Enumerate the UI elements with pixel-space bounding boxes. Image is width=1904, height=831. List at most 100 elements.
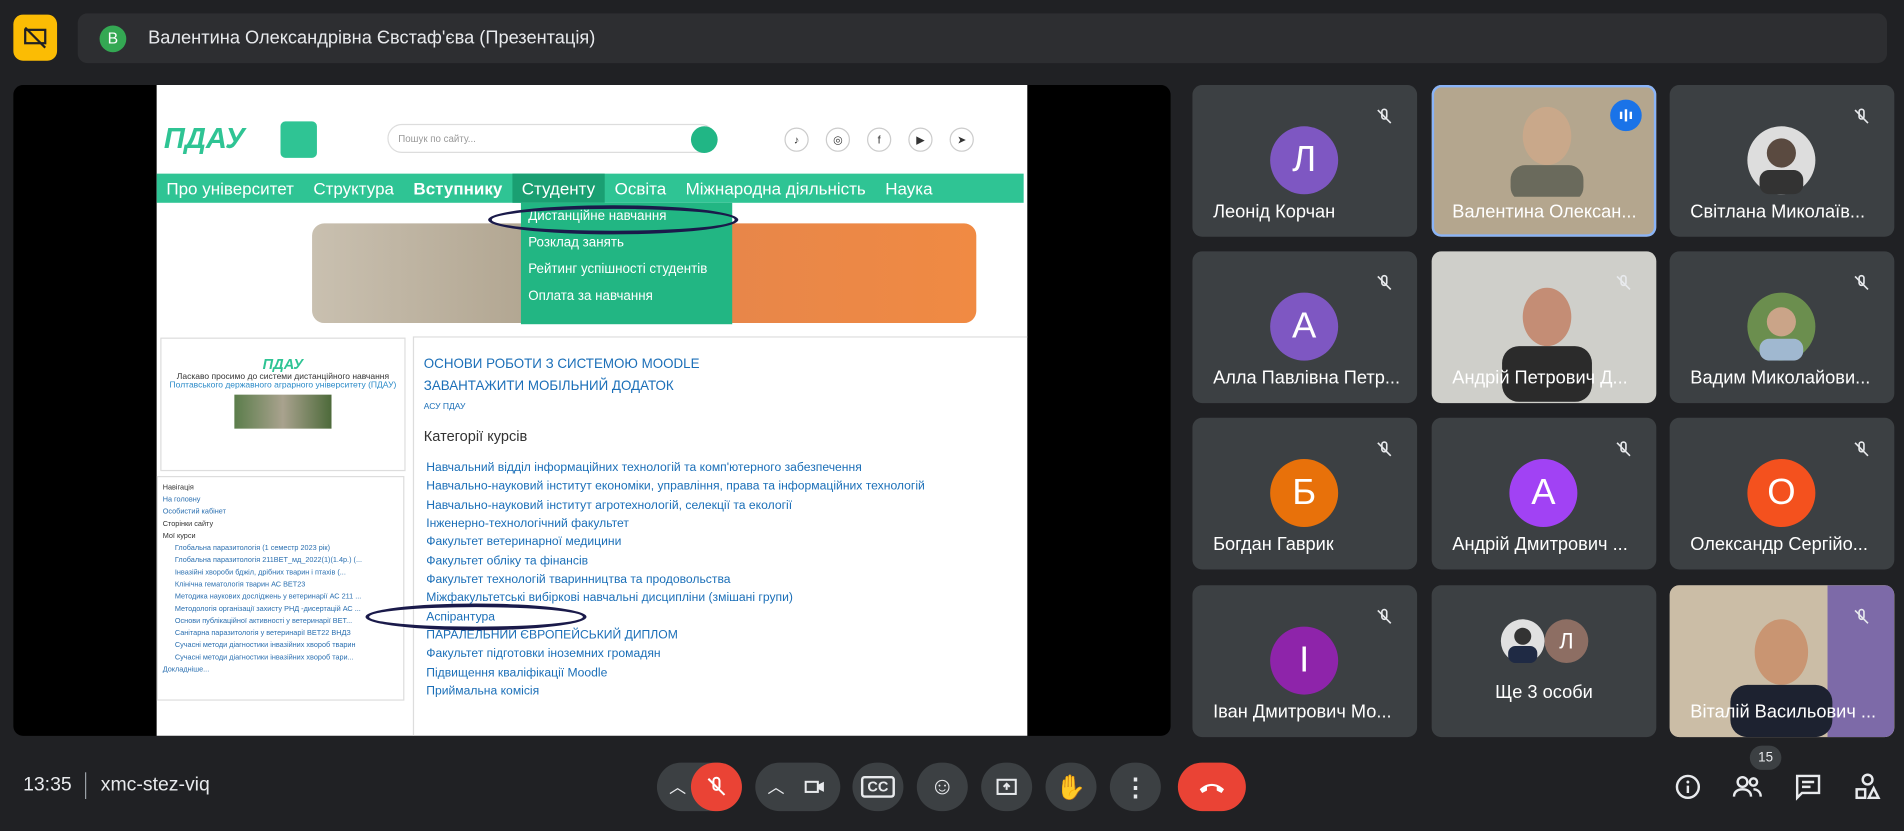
participant-tile[interactable]: Вадим Миколайови... (1669, 251, 1895, 404)
nav-link[interactable]: Сторінки сайту (163, 519, 399, 531)
course-link[interactable]: Інвазійні хвороби бджіл, дрібних тварин … (163, 567, 399, 579)
participant-tile[interactable]: Л Леонід Корчан (1192, 85, 1418, 237)
category-link[interactable]: Навчально-науковий інститут агротехнолог… (426, 499, 792, 512)
participant-tile-speaking[interactable]: Валентина Олексан... (1431, 85, 1657, 237)
participant-tile[interactable]: А Андрій Дмитрович ... (1431, 417, 1657, 570)
facebook-icon[interactable]: f (867, 127, 892, 152)
nav-item[interactable]: Наука (876, 179, 943, 198)
participant-name: Світлана Миколаїв... (1690, 201, 1866, 223)
activities-button[interactable] (1851, 770, 1885, 804)
mic-off-icon (1371, 436, 1398, 463)
course-link[interactable]: Глобальна паразитологія 211ВЕТ_мд_2022(1… (163, 555, 399, 567)
nav-link[interactable]: Особистий кабінет (163, 506, 399, 518)
camera-off-icon[interactable] (801, 775, 828, 799)
leave-call-button[interactable] (1177, 762, 1246, 812)
hand-icon: ✋ (1055, 774, 1087, 801)
captions-icon: CC (861, 775, 895, 798)
svg-text:ПДАУ: ПДАУ (164, 123, 247, 155)
present-button[interactable] (981, 762, 1033, 812)
meeting-info-button[interactable] (1671, 770, 1705, 804)
participant-tile[interactable]: Віталій Васильович ... (1669, 585, 1895, 738)
nav-link[interactable]: На головну (163, 494, 399, 506)
category-link[interactable]: Інженерно-технологічний факультет (426, 517, 629, 530)
search-icon[interactable] (690, 126, 718, 154)
participant-tile[interactable]: Андрій Петрович Д... (1431, 251, 1657, 404)
dropdown-item[interactable]: Оплата за навчання (521, 283, 732, 310)
site-nav: Про університет Структура Вступнику Студ… (156, 173, 1024, 203)
present-screen-icon (996, 778, 1017, 795)
participant-video (1510, 106, 1584, 197)
participant-name: Богдан Гаврик (1213, 534, 1334, 555)
participant-tile[interactable]: О Олександр Сергійо... (1669, 417, 1895, 570)
shared-website: ПДАУ Пошук по сайту... ♪ ◎ f ▶ ➤ Про уні… (156, 85, 1028, 736)
course-link[interactable]: Методологія організації захисту РНД -дис… (163, 604, 399, 616)
tiktok-icon[interactable]: ♪ (784, 127, 809, 152)
mic-off-icon (1848, 604, 1875, 631)
mic-off-icon (1848, 436, 1875, 463)
chevron-up-icon[interactable]: ︿ (767, 775, 784, 799)
navigation-block: Навігація На головну Особистий кабінет С… (156, 476, 405, 701)
asu-link[interactable]: АСУ ПДАУ (424, 403, 466, 412)
site-search-input[interactable]: Пошук по сайту... (387, 123, 716, 154)
participant-avatar: Б (1270, 459, 1339, 528)
category-link[interactable]: Факультет ветеринарної медицини (426, 536, 621, 549)
participant-name: Леонід Корчан (1213, 201, 1336, 223)
more-options-button[interactable]: ⋮ (1109, 762, 1161, 812)
participant-name: Вадим Миколайови... (1690, 367, 1871, 389)
course-link[interactable]: Сучасні методи діагностики інвазійних хв… (163, 640, 399, 652)
category-link[interactable]: Навчальний відділ інформаційних технолог… (426, 461, 862, 474)
category-link[interactable]: Факультет технологій тваринництва та про… (426, 573, 730, 586)
moodle-basics-link[interactable]: ОСНОВИ РОБОТИ З СИСТЕМОЮ MOODLE (424, 357, 700, 372)
mic-off-icon (1371, 604, 1398, 631)
dropdown-item[interactable]: Рейтинг успішності студентів (521, 256, 732, 283)
participant-tile[interactable]: А Алла Павлівна Петр... (1192, 251, 1418, 404)
participant-avatar: А (1509, 459, 1578, 528)
chevron-up-icon[interactable]: ︿ (669, 775, 686, 799)
telegram-icon[interactable]: ➤ (949, 127, 974, 152)
mic-toggle-button[interactable] (690, 762, 742, 812)
category-link[interactable]: Навчально-науковий інститут економіки, у… (426, 480, 925, 493)
nav-link[interactable]: Мої курси (163, 531, 399, 543)
nav-item-active[interactable]: Студенту (512, 173, 605, 203)
people-button[interactable] (1730, 770, 1764, 804)
participant-tile[interactable]: І Іван Дмитрович Мо... (1192, 585, 1418, 738)
nav-item[interactable]: Міжнародна діяльність (676, 179, 876, 198)
youtube-icon[interactable]: ▶ (908, 127, 933, 152)
nav-item[interactable]: Про університет (157, 179, 304, 198)
category-link[interactable]: Факультет підготовки іноземних громадян (426, 647, 660, 660)
stop-presenting-button[interactable] (13, 14, 58, 61)
more-link[interactable]: Докладніше... (163, 664, 399, 676)
category-link[interactable]: ПАРАЛЕЛЬНИЙ ЄВРОПЕЙСЬКИЙ ДИПЛОМ (426, 629, 678, 642)
participant-avatar: І (1270, 626, 1339, 695)
course-link[interactable]: Клінічна гематологія тварин АС ВЕТ23 (163, 579, 399, 591)
presenter-label: Валентина Олександрівна Євстаф'єва (През… (148, 27, 596, 49)
nav-item[interactable]: Структура (304, 179, 404, 198)
course-link[interactable]: Сучасні методи діагностики інвазійних хв… (163, 652, 399, 664)
captions-button[interactable]: CC (852, 762, 904, 812)
pdau-small-logo: ПДАУ (262, 355, 304, 373)
course-link[interactable]: Глобальна паразитологія (1 семестр 2023 … (163, 543, 399, 555)
reactions-button[interactable]: ☺ (916, 762, 968, 812)
participant-name: Олександр Сергійо... (1690, 534, 1868, 555)
participant-tile[interactable]: Б Богдан Гаврик (1192, 417, 1418, 570)
more-vert-icon: ⋮ (1123, 774, 1148, 801)
course-link[interactable]: Методика наукових досліджень у ветеринар… (163, 591, 399, 603)
nav-item[interactable]: Вступнику (404, 179, 512, 198)
course-link[interactable]: Санітарна паразитологія у ветеринарії ВЕ… (163, 628, 399, 640)
nav-item[interactable]: Освіта (605, 179, 676, 198)
course-link[interactable]: Основи публікаційної активності у ветери… (163, 616, 399, 628)
speaking-indicator-icon (1610, 99, 1642, 132)
participant-tile[interactable]: Світлана Миколаїв... (1669, 85, 1895, 237)
meeting-code: xmc-stez-viq (100, 774, 210, 796)
more-participants-tile[interactable]: Л Ще 3 особи (1431, 585, 1657, 738)
category-link[interactable]: Підвищення кваліфікації Moodle (426, 667, 607, 680)
mobile-app-link[interactable]: ЗАВАНТАЖИТИ МОБІЛЬНИЙ ДОДАТОК (424, 379, 674, 394)
category-link[interactable]: Приймальна комісія (426, 685, 539, 698)
category-link[interactable]: Факультет обліку та фінансів (426, 555, 588, 568)
presentation-banner: В Валентина Олександрівна Євстаф'єва (Пр… (77, 13, 1888, 64)
raise-hand-button[interactable]: ✋ (1045, 762, 1097, 812)
instagram-icon[interactable]: ◎ (825, 127, 851, 152)
chat-button[interactable] (1791, 770, 1825, 804)
mic-off-icon (1610, 270, 1637, 297)
camera-control-group: ︿ (755, 762, 841, 812)
